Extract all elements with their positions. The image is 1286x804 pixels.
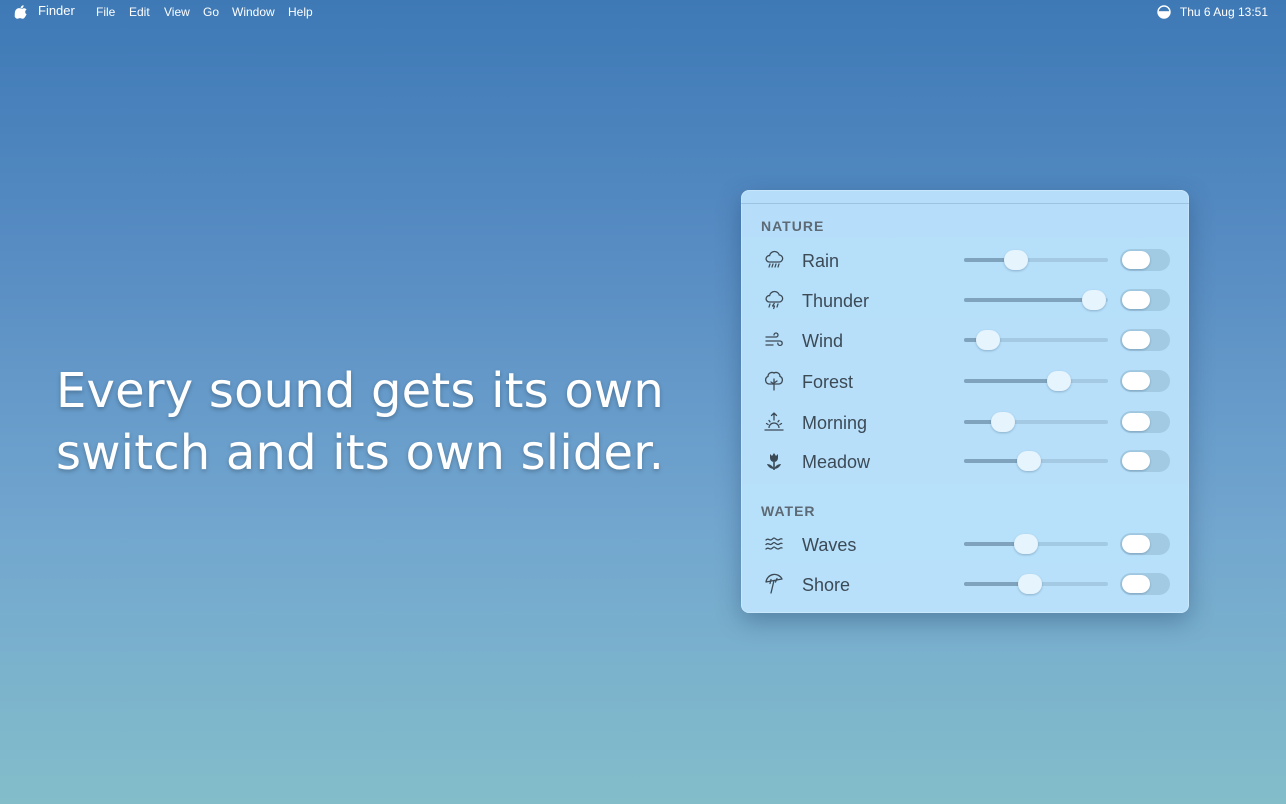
menu-bar: Finder File Edit View Go Window Help Thu… xyxy=(0,0,1286,24)
tulip-icon xyxy=(763,450,785,472)
volume-slider[interactable] xyxy=(964,288,1108,312)
section-title-nature: NATURE xyxy=(761,218,825,234)
water-waves-icon xyxy=(763,533,785,555)
volume-slider[interactable] xyxy=(964,248,1108,272)
sound-label: Wind xyxy=(802,331,844,351)
toggle-thumb xyxy=(1122,575,1150,593)
section-title-water: WATER xyxy=(761,503,816,519)
slider-knob[interactable] xyxy=(976,330,1000,350)
sound-toggle[interactable] xyxy=(1120,249,1170,271)
marketing-headline: Every sound gets its own switch and its … xyxy=(56,360,696,484)
sound-row-wind: Wind xyxy=(741,325,1189,355)
toggle-thumb xyxy=(1122,535,1150,553)
sound-row-waves: Waves xyxy=(741,529,1189,559)
apple-menu-icon[interactable] xyxy=(14,4,28,20)
slider-fill xyxy=(964,298,1094,302)
sound-toggle[interactable] xyxy=(1120,533,1170,555)
volume-slider[interactable] xyxy=(964,369,1108,393)
sound-mixer-panel: NATURE Rain Thunder Wind Forest Morning … xyxy=(741,190,1189,613)
slider-knob[interactable] xyxy=(1004,250,1028,270)
volume-slider[interactable] xyxy=(964,572,1108,596)
menu-clock[interactable]: Thu 6 Aug 13:51 xyxy=(1180,5,1268,19)
sound-row-thunder: Thunder xyxy=(741,285,1189,315)
toggle-thumb xyxy=(1122,331,1150,349)
toggle-thumb xyxy=(1122,452,1150,470)
menu-go[interactable]: Go xyxy=(203,5,219,19)
volume-slider[interactable] xyxy=(964,532,1108,556)
sound-label: Shore xyxy=(802,575,851,595)
status-menu-icon[interactable] xyxy=(1157,5,1171,19)
slider-knob[interactable] xyxy=(1014,534,1038,554)
sound-toggle[interactable] xyxy=(1120,450,1170,472)
headline-line-1: Every sound gets its own xyxy=(56,363,664,419)
sound-row-forest: Forest xyxy=(741,366,1189,396)
sunrise-icon xyxy=(763,411,785,433)
volume-slider[interactable] xyxy=(964,328,1108,352)
sound-label: Waves xyxy=(802,535,857,555)
menu-window[interactable]: Window xyxy=(232,5,275,19)
sound-toggle[interactable] xyxy=(1120,329,1170,351)
cloud-bolt-icon xyxy=(763,289,785,311)
panel-divider xyxy=(741,203,1189,204)
sound-row-morning: Morning xyxy=(741,407,1189,437)
sound-label: Rain xyxy=(802,251,840,271)
menu-file[interactable]: File xyxy=(96,5,115,19)
menu-edit[interactable]: Edit xyxy=(129,5,150,19)
sound-row-shore: Shore xyxy=(741,569,1189,599)
sound-label: Morning xyxy=(802,413,868,433)
slider-knob[interactable] xyxy=(1018,574,1042,594)
volume-slider[interactable] xyxy=(964,449,1108,473)
toggle-thumb xyxy=(1122,251,1150,269)
toggle-thumb xyxy=(1122,413,1150,431)
toggle-thumb xyxy=(1122,372,1150,390)
sound-toggle[interactable] xyxy=(1120,370,1170,392)
sound-label: Thunder xyxy=(802,291,870,311)
slider-knob[interactable] xyxy=(1047,371,1071,391)
slider-knob[interactable] xyxy=(1082,290,1106,310)
menu-view[interactable]: View xyxy=(164,5,190,19)
sound-toggle[interactable] xyxy=(1120,411,1170,433)
toggle-thumb xyxy=(1122,291,1150,309)
wind-icon xyxy=(763,329,785,351)
headline-line-2: switch and its own slider. xyxy=(56,425,665,481)
cloud-rain-icon xyxy=(763,249,785,271)
sound-row-meadow: Meadow xyxy=(741,446,1189,476)
sound-toggle[interactable] xyxy=(1120,573,1170,595)
tree-icon xyxy=(763,370,785,392)
slider-fill xyxy=(964,379,1059,383)
slider-knob[interactable] xyxy=(1017,451,1041,471)
volume-slider[interactable] xyxy=(964,410,1108,434)
beach-umbrella-icon xyxy=(763,573,785,595)
slider-knob[interactable] xyxy=(991,412,1015,432)
sound-label: Forest xyxy=(802,372,854,392)
menu-help[interactable]: Help xyxy=(288,5,313,19)
sound-row-rain: Rain xyxy=(741,245,1189,275)
sound-toggle[interactable] xyxy=(1120,289,1170,311)
sound-label: Meadow xyxy=(802,452,871,472)
menu-app-finder[interactable]: Finder xyxy=(38,4,75,18)
